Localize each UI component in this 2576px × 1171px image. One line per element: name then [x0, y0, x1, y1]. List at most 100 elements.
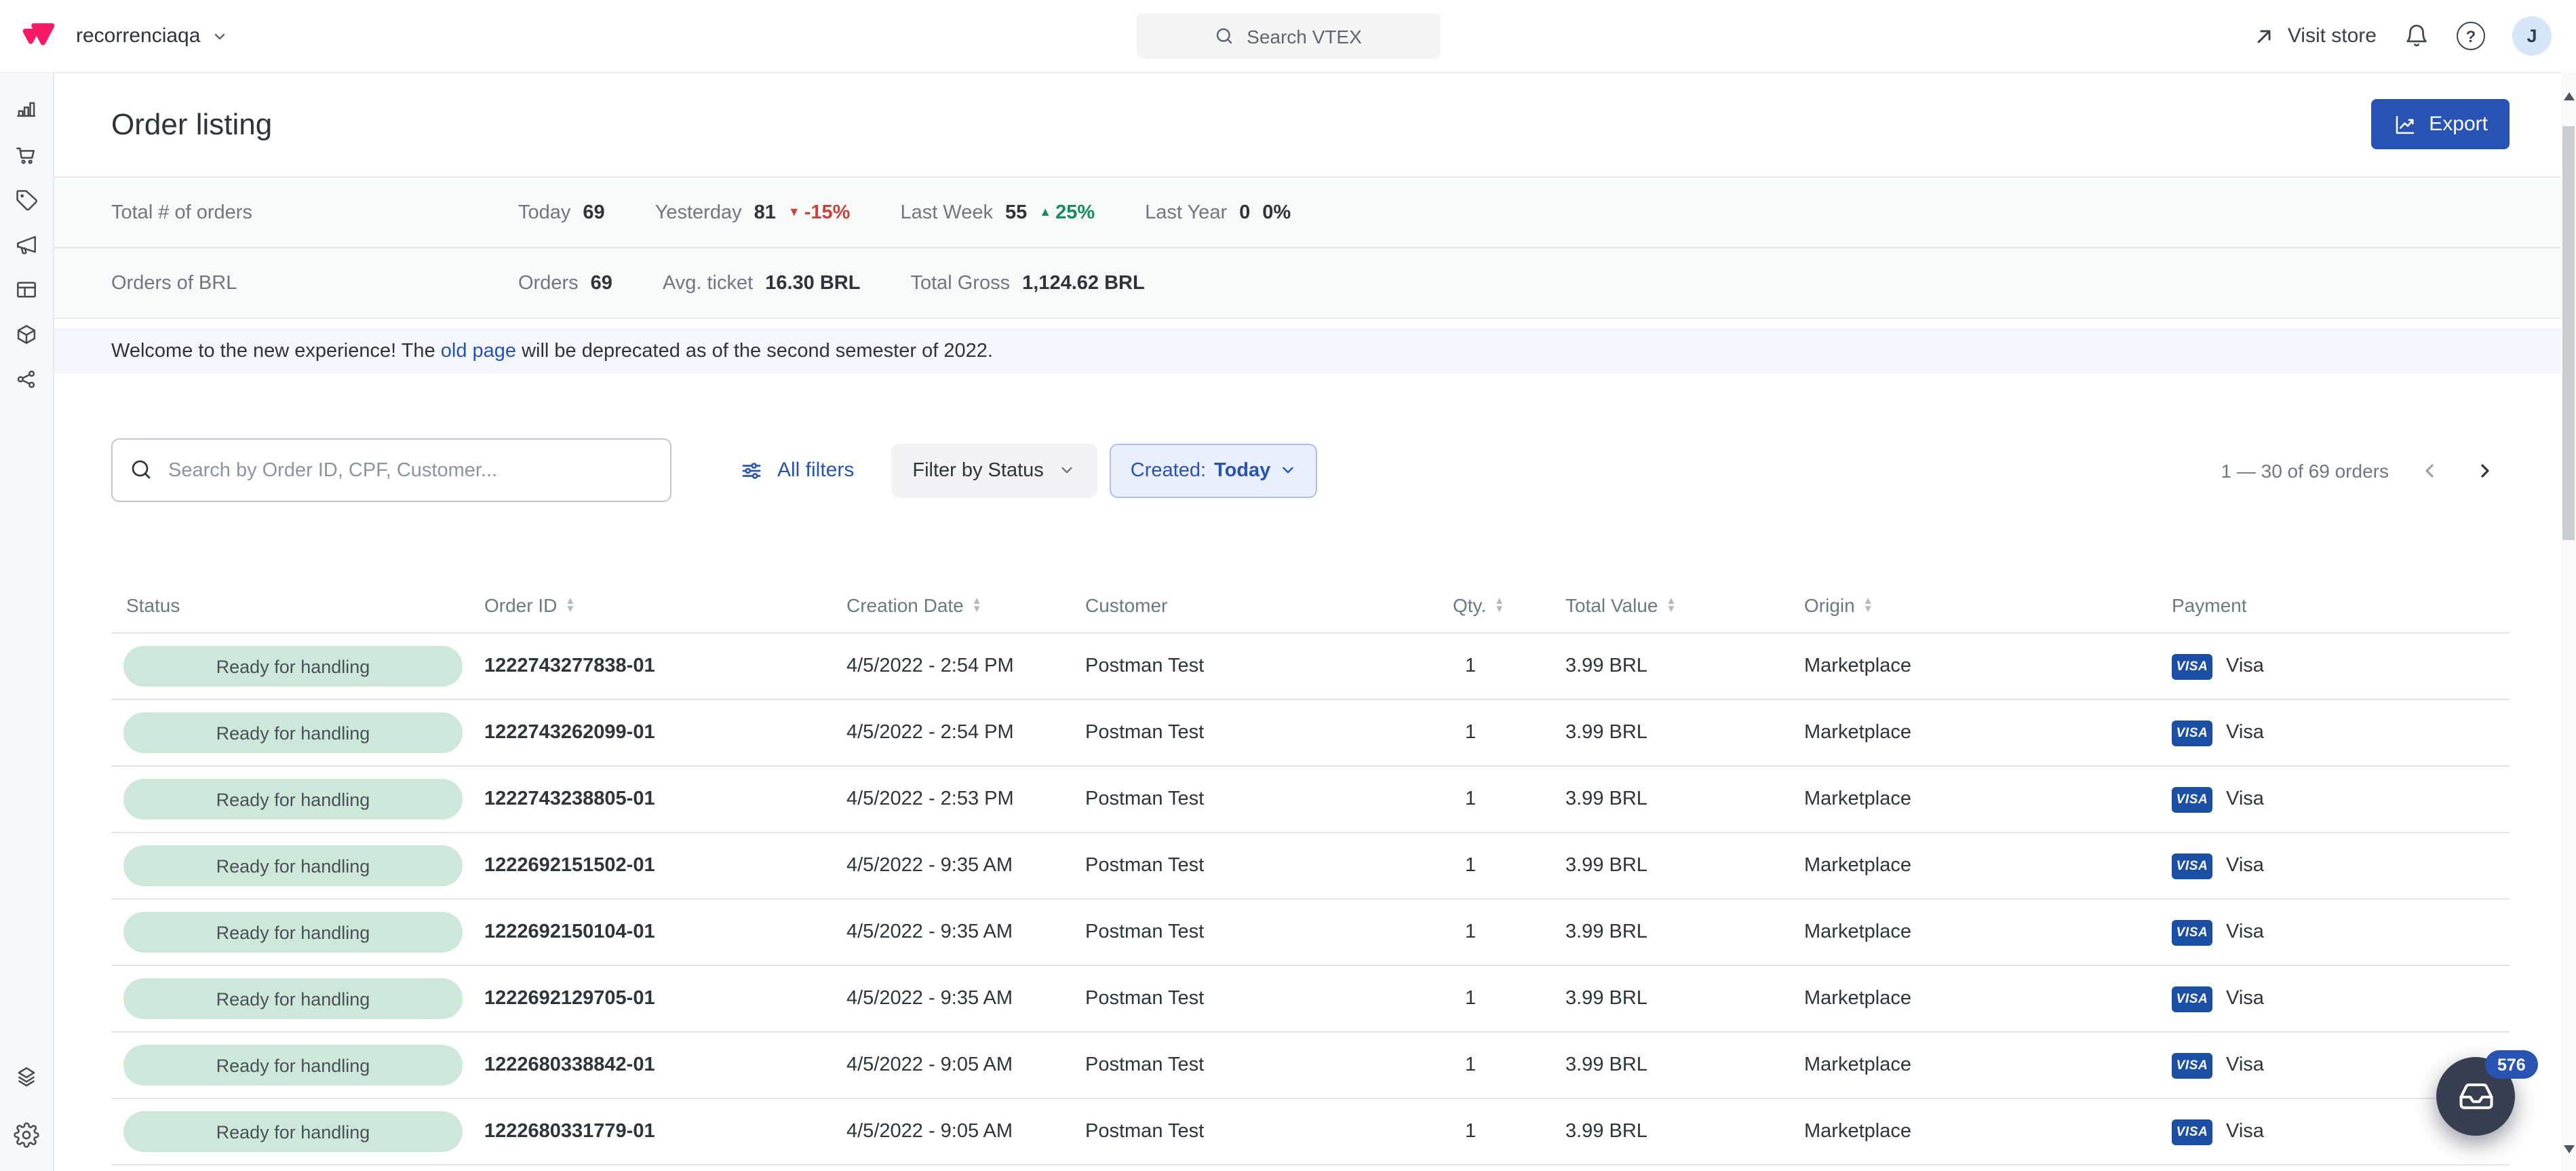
order-id-cell: 1222680338842-01 [484, 1054, 846, 1076]
total-value-cell: 3.99 BRL [1565, 921, 1804, 943]
search-icon [1214, 26, 1234, 46]
global-search[interactable]: Search VTEX [1136, 14, 1440, 58]
table-row[interactable]: Ready for handling 1222692150104-01 4/5/… [111, 900, 2510, 966]
stats-row-total-orders: Total # of orders Today69Yesterday81▼-15… [54, 176, 2561, 248]
header-payment: Payment [2172, 594, 2510, 615]
main-content: Order listing Export Total # of orders T… [54, 72, 2561, 1171]
avatar-initial: J [2526, 26, 2537, 46]
status-badge: Ready for handling [123, 912, 463, 953]
total-value-cell: 3.99 BRL [1565, 855, 1804, 877]
total-value-cell: 3.99 BRL [1565, 722, 1804, 744]
avatar[interactable]: J [2512, 16, 2552, 56]
sort-icon: ▲▼ [1863, 596, 1873, 613]
chevron-down-icon [1279, 461, 1296, 479]
visa-badge-icon: VISA [2172, 1119, 2212, 1145]
export-button[interactable]: Export [2370, 99, 2510, 149]
account-selector[interactable]: recorrenciaqa [76, 24, 227, 47]
qty-cell: 1 [1453, 921, 1565, 943]
sidebar-item-promotions[interactable] [0, 178, 54, 223]
sidebar-item-dashboard[interactable] [0, 88, 54, 133]
stats-row-orders-brl: Orders of BRL Orders69Avg. ticket16.30 B… [54, 248, 2561, 319]
table-row[interactable]: Ready for handling 1222692129705-01 4/5/… [111, 966, 2510, 1033]
stat-item: Today69 [518, 201, 605, 223]
filter-by-status-button[interactable]: Filter by Status [891, 443, 1097, 497]
visa-badge-icon: VISA [2172, 653, 2212, 679]
sidebar-item-apps[interactable] [0, 1054, 54, 1099]
scrollbar-up-arrow-icon[interactable] [2563, 92, 2574, 100]
header-order-id[interactable]: Order ID▲▼ [484, 594, 846, 615]
creation-date-cell: 4/5/2022 - 9:05 AM [846, 1121, 1085, 1143]
notifications-bell-icon[interactable] [2404, 23, 2429, 49]
table-row[interactable]: Ready for handling 1222743277838-01 4/5/… [111, 634, 2510, 700]
sidebar-item-catalog[interactable] [0, 312, 54, 357]
table-row[interactable]: Ready for handling 1222692151502-01 4/5/… [111, 833, 2510, 900]
all-filters-button[interactable]: All filters [739, 458, 854, 482]
customer-cell: Postman Test [1085, 1054, 1453, 1076]
creation-date-cell: 4/5/2022 - 2:54 PM [846, 722, 1085, 744]
payment-label: Visa [2226, 921, 2264, 943]
scrollbar[interactable] [2561, 72, 2576, 1171]
layers-icon [14, 1064, 39, 1090]
sidebar-item-orders[interactable] [0, 133, 54, 178]
top-bar: recorrenciaqa Search VTEX Visit store [0, 0, 2576, 73]
visit-store-button[interactable]: Visit store [2254, 24, 2377, 47]
gear-icon [14, 1122, 39, 1148]
payment-label: Visa [2226, 655, 2264, 677]
stat-item: Total Gross1,124.62 BRL [910, 272, 1144, 294]
orders-table: Status Order ID▲▼ Creation Date▲▼ Custom… [111, 577, 2510, 1171]
header-creation-date[interactable]: Creation Date▲▼ [846, 594, 1085, 615]
total-value-cell: 3.99 BRL [1565, 1054, 1804, 1076]
qty-cell: 1 [1453, 855, 1565, 877]
status-badge: Ready for handling [123, 978, 463, 1019]
customer-cell: Postman Test [1085, 655, 1453, 677]
scrollbar-thumb[interactable] [2562, 126, 2575, 540]
visa-badge-icon: VISA [2172, 786, 2212, 812]
cube-icon [14, 322, 39, 347]
total-value-cell: 3.99 BRL [1565, 655, 1804, 677]
old-page-link[interactable]: old page [441, 340, 516, 362]
header-origin[interactable]: Origin▲▼ [1804, 594, 2172, 615]
table-row[interactable]: Ready for handling 1222743262099-01 4/5/… [111, 700, 2510, 767]
sidebar-item-storefront[interactable] [0, 267, 54, 312]
table-row[interactable]: Ready for handling 1222680338842-01 4/5/… [111, 1033, 2510, 1099]
header-customer: Customer [1085, 594, 1453, 615]
payment-label: Visa [2226, 1054, 2264, 1076]
vtex-logo-icon[interactable] [20, 20, 57, 52]
total-value-cell: 3.99 BRL [1565, 1121, 1804, 1143]
order-search-input[interactable] [111, 438, 671, 502]
all-filters-label: All filters [777, 459, 854, 482]
pagination: 1 — 30 of 69 orders [2221, 446, 2510, 495]
origin-cell: Marketplace [1804, 988, 2172, 1010]
customer-cell: Postman Test [1085, 855, 1453, 877]
order-id-cell: 1222680331779-01 [484, 1121, 846, 1143]
payment-label: Visa [2226, 988, 2264, 1010]
table-row[interactable]: Ready for handling 1222680331779-01 4/5/… [111, 1099, 2510, 1166]
origin-cell: Marketplace [1804, 722, 2172, 744]
qty-cell: 1 [1453, 722, 1565, 744]
header-total-value[interactable]: Total Value▲▼ [1565, 594, 1804, 615]
global-search-placeholder: Search VTEX [1247, 25, 1362, 47]
scrollbar-down-arrow-icon[interactable] [2563, 1145, 2574, 1153]
help-icon[interactable]: ? [2457, 22, 2485, 50]
stats-label: Total # of orders [111, 201, 518, 223]
stat-item: Last Week55▲25% [900, 201, 1095, 223]
filters-bar: All filters Filter by Status Created: To… [54, 438, 2561, 502]
header-status: Status [111, 594, 484, 615]
stats-items: Orders69Avg. ticket16.30 BRLTotal Gross1… [518, 272, 1145, 294]
created-filter-button[interactable]: Created: Today [1110, 443, 1317, 497]
visa-badge-icon: VISA [2172, 720, 2212, 746]
table-row[interactable]: Ready for handling 1222743238805-01 4/5/… [111, 767, 2510, 833]
visa-badge-icon: VISA [2172, 853, 2212, 879]
prev-page-button[interactable] [2405, 446, 2454, 495]
next-page-button[interactable] [2461, 446, 2510, 495]
sidebar-item-marketing[interactable] [0, 223, 54, 267]
visa-badge-icon: VISA [2172, 919, 2212, 945]
header-qty[interactable]: Qty.▲▼ [1453, 594, 1565, 615]
order-id-cell: 1222743238805-01 [484, 788, 846, 810]
share-network-icon [14, 366, 39, 392]
stat-item: Last Year00% [1145, 201, 1291, 223]
sidebar-item-integrations[interactable] [0, 357, 54, 402]
status-badge-label: Ready for handling [216, 789, 370, 809]
visit-store-label: Visit store [2288, 24, 2377, 47]
sidebar-item-settings[interactable] [0, 1113, 54, 1157]
